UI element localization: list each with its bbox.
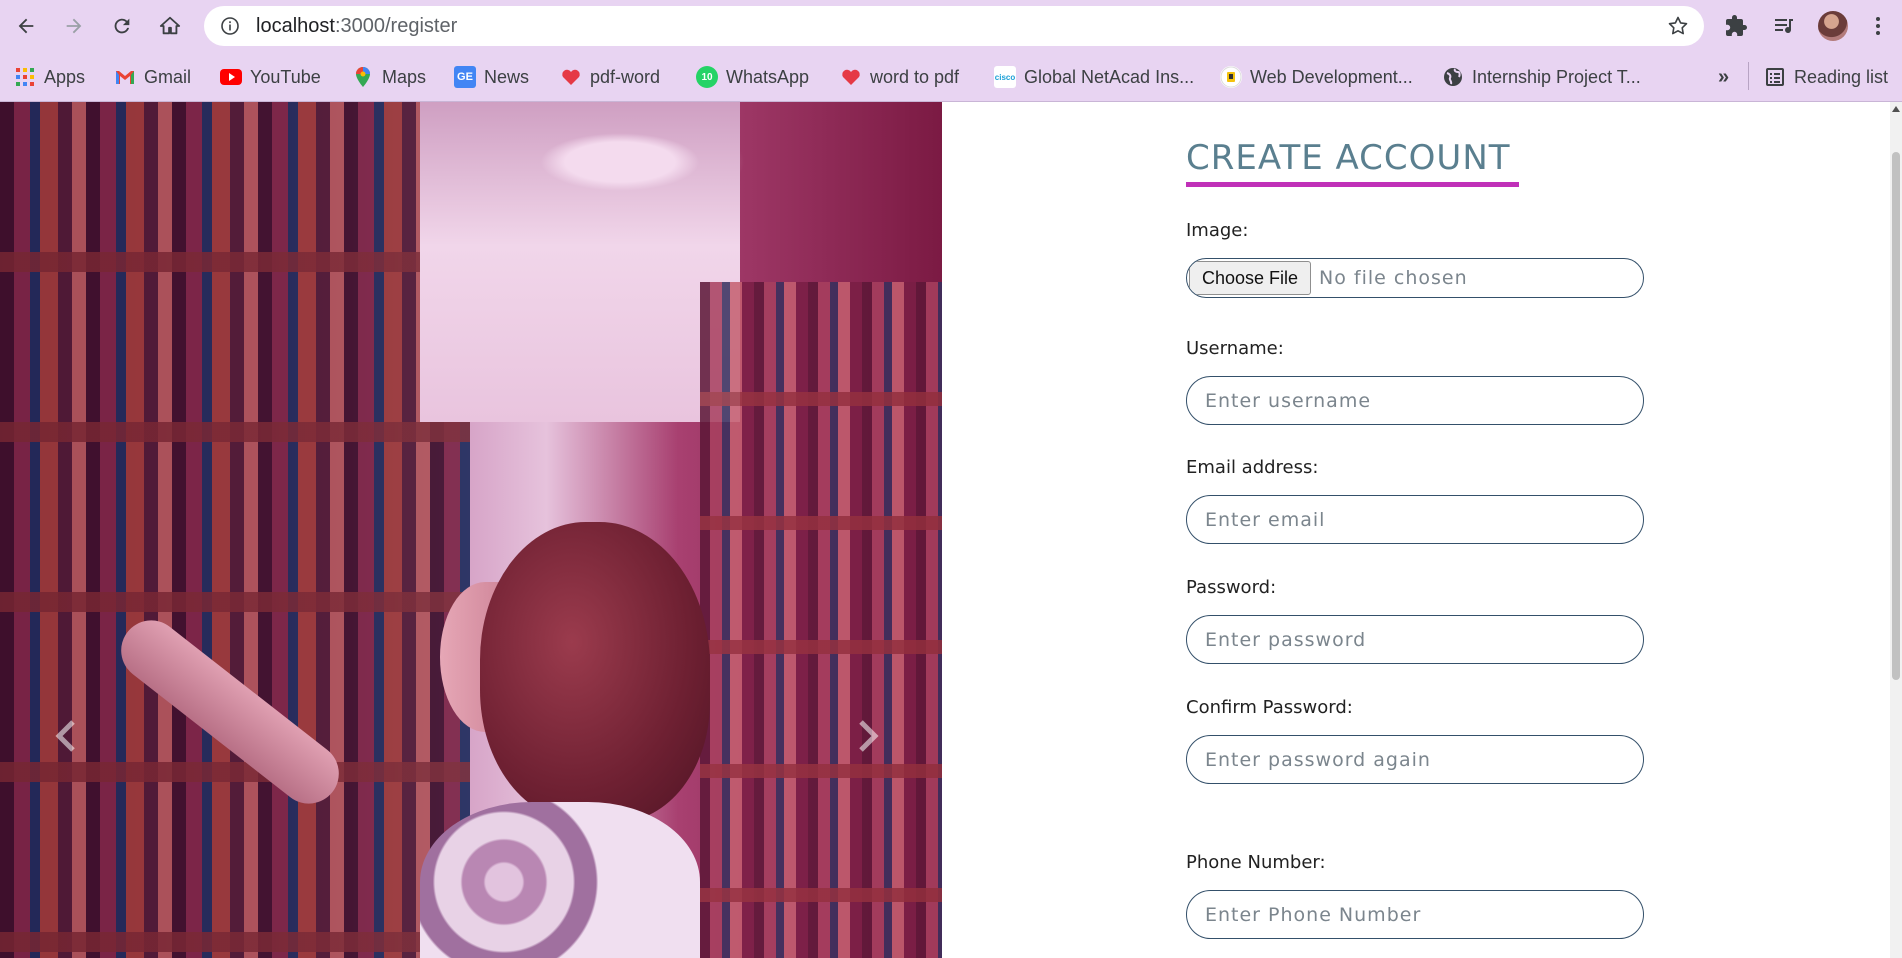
email-input[interactable]	[1187, 496, 1643, 543]
reload-icon[interactable]	[106, 10, 138, 42]
browser-toolbar: localhost:3000/register	[0, 0, 1902, 51]
choose-file-button[interactable]: Choose File	[1189, 261, 1312, 295]
page-scrollbar[interactable]	[1890, 102, 1902, 958]
phone-number-field[interactable]	[1186, 890, 1644, 939]
username-field[interactable]	[1186, 376, 1644, 425]
news-icon: GE	[454, 66, 476, 88]
woman-body	[420, 802, 700, 958]
bookmark-label: Internship Project T...	[1472, 66, 1641, 87]
whatsapp-icon: 10	[696, 66, 718, 88]
bookmark-youtube[interactable]: YouTube	[220, 65, 321, 89]
bookmark-apps[interactable]: Apps	[14, 65, 85, 89]
register-form: CREATE ACCOUNT Image: Choose File No fil…	[1186, 102, 1646, 958]
scroll-up-arrow-icon[interactable]	[1892, 106, 1900, 112]
home-icon[interactable]	[154, 10, 186, 42]
bookmark-internship-project[interactable]: Internship Project T...	[1442, 65, 1641, 89]
bookmarks-divider	[1748, 62, 1749, 90]
chevron-left-icon	[55, 720, 75, 752]
carousel-next-button[interactable]	[848, 710, 888, 762]
bookshelf-left	[0, 102, 470, 958]
bookmarks-overflow-button[interactable]: »	[1718, 65, 1729, 89]
url-text[interactable]: localhost:3000/register	[256, 15, 457, 38]
bookmark-label: News	[484, 66, 530, 87]
info-icon[interactable]	[220, 16, 240, 36]
phone-number-label: Phone Number:	[1186, 852, 1326, 873]
bookmark-global-netacad[interactable]: cisco Global NetAcad Ins...	[994, 65, 1194, 89]
star-icon[interactable]	[1666, 14, 1690, 38]
cisco-icon: cisco	[994, 66, 1016, 88]
password-label: Password:	[1186, 577, 1277, 598]
bookmark-label: Global NetAcad Ins...	[1024, 66, 1195, 87]
page-title: CREATE ACCOUNT	[1186, 138, 1511, 178]
extensions-icon[interactable]	[1722, 12, 1750, 40]
maps-icon	[352, 66, 374, 88]
password-field[interactable]	[1186, 615, 1644, 664]
heart-icon	[560, 66, 582, 88]
gmail-icon	[114, 66, 136, 88]
bookmark-label: Web Development...	[1250, 66, 1413, 87]
menu-dots-icon[interactable]	[1864, 12, 1892, 40]
forward-icon[interactable]	[58, 10, 90, 42]
confirm-password-input[interactable]	[1187, 736, 1643, 783]
email-field[interactable]	[1186, 495, 1644, 544]
apps-icon	[14, 66, 36, 88]
bookmark-whatsapp[interactable]: 10 WhatsApp	[696, 65, 809, 89]
confirm-password-label: Confirm Password:	[1186, 697, 1353, 718]
bookmark-maps[interactable]: Maps	[352, 65, 426, 89]
media-control-icon[interactable]	[1770, 12, 1798, 40]
username-input[interactable]	[1187, 377, 1643, 424]
youtube-icon	[220, 69, 242, 85]
phone-number-input[interactable]	[1187, 891, 1643, 938]
image-file-input[interactable]: Choose File No file chosen	[1186, 258, 1644, 298]
profile-avatar[interactable]	[1818, 11, 1848, 41]
password-input[interactable]	[1187, 616, 1643, 663]
bookmark-pdf-word[interactable]: pdf-word	[560, 65, 660, 89]
bookmark-news[interactable]: GE News	[454, 65, 529, 89]
back-icon[interactable]	[10, 10, 42, 42]
register-page: CREATE ACCOUNT Image: Choose File No fil…	[0, 102, 1902, 958]
bookmark-word-to-pdf[interactable]: word to pdf	[840, 65, 959, 89]
globe-icon	[1442, 66, 1464, 88]
bookmarks-bar: Apps Gmail YouTube Maps GE News pdf-word…	[0, 51, 1902, 102]
library-hero-image	[0, 102, 942, 958]
title-underline	[1186, 182, 1519, 187]
reading-list-label: Reading list	[1794, 66, 1889, 87]
username-label: Username:	[1186, 338, 1284, 359]
carousel-prev-button[interactable]	[46, 710, 86, 762]
bookmark-label: pdf-word	[590, 66, 661, 87]
webdev-icon	[1220, 66, 1242, 88]
bookmark-web-development[interactable]: Web Development...	[1220, 65, 1413, 89]
bookmark-label: Apps	[44, 66, 86, 87]
bookmark-label: WhatsApp	[726, 66, 810, 87]
image-label: Image:	[1186, 220, 1249, 241]
confirm-password-field[interactable]	[1186, 735, 1644, 784]
bookmark-label: YouTube	[250, 66, 321, 87]
file-status-text: No file chosen	[1319, 267, 1468, 289]
bookmark-label: word to pdf	[870, 66, 960, 87]
bookshelf-right	[700, 282, 942, 958]
address-bar[interactable]: localhost:3000/register	[204, 6, 1704, 46]
woman-hair	[480, 522, 710, 822]
chevron-right-icon	[859, 720, 879, 752]
library-ceiling	[420, 102, 740, 422]
reading-list-button[interactable]: Reading list	[1764, 65, 1888, 89]
scrollbar-thumb[interactable]	[1892, 152, 1900, 680]
reading-list-icon	[1764, 66, 1786, 88]
bookmark-label: Gmail	[144, 66, 192, 87]
bookmark-gmail[interactable]: Gmail	[114, 65, 191, 89]
email-label: Email address:	[1186, 457, 1319, 478]
heart-icon	[840, 66, 862, 88]
bookmark-label: Maps	[382, 66, 427, 87]
